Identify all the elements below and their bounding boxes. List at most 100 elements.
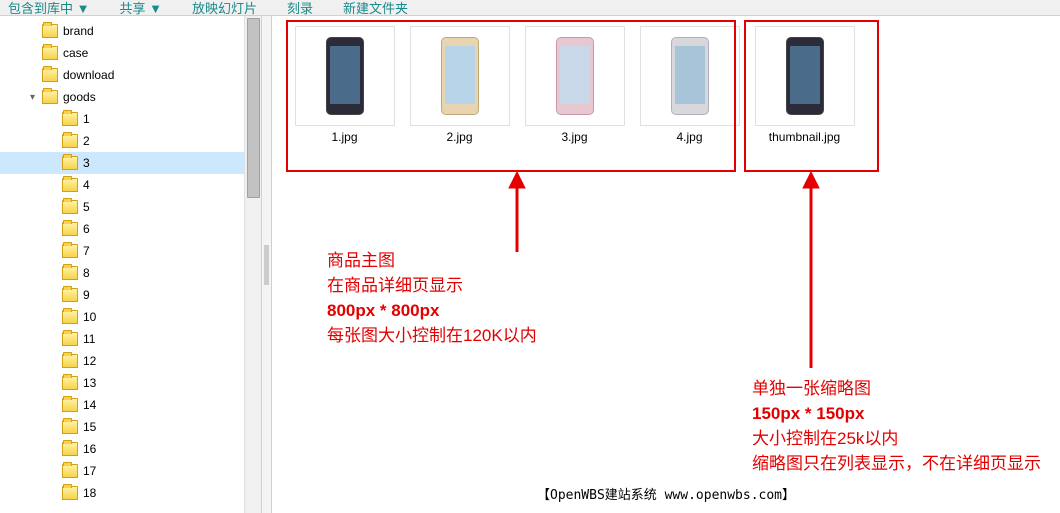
arrow-icon: [796, 172, 826, 372]
explorer-toolbar: 包含到库中 ▼ 共享 ▼ 放映幻灯片 刻录 新建文件夹: [0, 0, 1060, 16]
tree-item-13[interactable]: 13: [0, 372, 261, 394]
tree-item-label: 18: [83, 486, 96, 500]
tree-item-6[interactable]: 6: [0, 218, 261, 240]
tree-item-2[interactable]: 2: [0, 130, 261, 152]
folder-icon: [62, 310, 78, 324]
tree-item-label: 8: [83, 266, 90, 280]
tree-item-label: 15: [83, 420, 96, 434]
anno-text: 150px * 150px: [752, 401, 1041, 426]
annotation-main-images: 商品主图 在商品详细页显示 800px * 800px 每张图大小控制在120K…: [327, 248, 537, 348]
file-name-label: 4.jpg: [637, 130, 742, 144]
anno-text: 每张图大小控制在120K以内: [327, 323, 537, 348]
tree-item-16[interactable]: 16: [0, 438, 261, 460]
tree-item-label: download: [63, 68, 114, 82]
main-area: brandcasedownload▾goods12345678910111213…: [0, 16, 1060, 513]
folder-icon: [62, 464, 78, 478]
file-name-label: 3.jpg: [522, 130, 627, 144]
folder-icon: [62, 486, 78, 500]
tree-item-4[interactable]: 4: [0, 174, 261, 196]
folder-icon: [62, 156, 78, 170]
toolbar-share[interactable]: 共享 ▼: [119, 0, 161, 17]
tree-item-case[interactable]: case: [0, 42, 261, 64]
tree-item-label: 6: [83, 222, 90, 236]
footer-text: 【OpenWBS建站系统 www.openwbs.com】: [537, 484, 795, 503]
anno-text: 单独一张缩略图: [752, 376, 1041, 401]
splitter[interactable]: [262, 16, 272, 513]
tree-item-9[interactable]: 9: [0, 284, 261, 306]
tree-item-label: 10: [83, 310, 96, 324]
anno-text: 在商品详细页显示: [327, 273, 537, 298]
tree-item-10[interactable]: 10: [0, 306, 261, 328]
folder-icon: [62, 288, 78, 302]
tree-item-download[interactable]: download: [0, 64, 261, 86]
tree-item-12[interactable]: 12: [0, 350, 261, 372]
tree-item-label: 1: [83, 112, 90, 126]
tree-item-label: 16: [83, 442, 96, 456]
toolbar-slideshow[interactable]: 放映幻灯片: [192, 0, 257, 17]
folder-icon: [62, 200, 78, 214]
tree-item-8[interactable]: 8: [0, 262, 261, 284]
tree-item-label: 12: [83, 354, 96, 368]
thumbnails-row: 1.jpg 2.jpg 3.jpg 4.jpg thumbnail.jpg: [292, 26, 857, 144]
sidebar-scrollbar[interactable]: [244, 16, 261, 513]
anno-text: 缩略图只在列表显示，不在详细页显示: [752, 451, 1041, 476]
tree-item-label: 4: [83, 178, 90, 192]
file-thumb-4.jpg[interactable]: 4.jpg: [637, 26, 742, 144]
tree-item-7[interactable]: 7: [0, 240, 261, 262]
folder-icon: [62, 398, 78, 412]
tree-item-label: 5: [83, 200, 90, 214]
tree-item-label: case: [63, 46, 88, 60]
folder-icon: [62, 332, 78, 346]
tree-item-17[interactable]: 17: [0, 460, 261, 482]
anno-text: 大小控制在25k以内: [752, 426, 1041, 451]
phone-icon: [671, 37, 709, 115]
tree-item-14[interactable]: 14: [0, 394, 261, 416]
arrow-icon: [502, 172, 532, 256]
tree-item-15[interactable]: 15: [0, 416, 261, 438]
file-thumb-1.jpg[interactable]: 1.jpg: [292, 26, 397, 144]
folder-icon: [62, 222, 78, 236]
thumbnail-image: [295, 26, 395, 126]
tree-item-label: goods: [63, 90, 96, 104]
file-thumb-thumbnail.jpg[interactable]: thumbnail.jpg: [752, 26, 857, 144]
folder-icon: [42, 46, 58, 60]
expand-arrow-icon[interactable]: ▾: [30, 92, 42, 103]
tree-item-brand[interactable]: brand: [0, 20, 261, 42]
file-thumb-2.jpg[interactable]: 2.jpg: [407, 26, 512, 144]
phone-icon: [786, 37, 824, 115]
file-thumb-3.jpg[interactable]: 3.jpg: [522, 26, 627, 144]
file-name-label: thumbnail.jpg: [752, 130, 857, 144]
tree-item-11[interactable]: 11: [0, 328, 261, 350]
folder-tree[interactable]: brandcasedownload▾goods12345678910111213…: [0, 20, 261, 504]
thumbnail-image: [755, 26, 855, 126]
tree-item-label: 7: [83, 244, 90, 258]
folder-icon: [62, 112, 78, 126]
phone-icon: [326, 37, 364, 115]
folder-icon: [42, 90, 58, 104]
file-name-label: 1.jpg: [292, 130, 397, 144]
tree-item-label: 11: [83, 332, 95, 346]
toolbar-burn[interactable]: 刻录: [287, 0, 313, 17]
file-name-label: 2.jpg: [407, 130, 512, 144]
tree-item-1[interactable]: 1: [0, 108, 261, 130]
toolbar-newfolder[interactable]: 新建文件夹: [343, 0, 408, 17]
tree-item-label: 9: [83, 288, 90, 302]
tree-item-label: 14: [83, 398, 96, 412]
folder-icon: [62, 420, 78, 434]
folder-icon: [62, 442, 78, 456]
anno-text: 800px * 800px: [327, 298, 537, 323]
folder-icon: [62, 178, 78, 192]
tree-item-label: 3: [83, 156, 90, 170]
folder-icon: [42, 24, 58, 38]
folder-tree-panel: brandcasedownload▾goods12345678910111213…: [0, 16, 262, 513]
tree-item-3[interactable]: 3: [0, 152, 261, 174]
tree-item-goods[interactable]: ▾ goods: [0, 86, 261, 108]
folder-icon: [62, 376, 78, 390]
scrollbar-thumb[interactable]: [247, 18, 260, 198]
thumbnail-image: [410, 26, 510, 126]
tree-item-label: 13: [83, 376, 96, 390]
annotation-thumbnail: 单独一张缩略图 150px * 150px 大小控制在25k以内 缩略图只在列表…: [752, 376, 1041, 476]
toolbar-include[interactable]: 包含到库中 ▼: [8, 0, 89, 17]
tree-item-18[interactable]: 18: [0, 482, 261, 504]
tree-item-5[interactable]: 5: [0, 196, 261, 218]
